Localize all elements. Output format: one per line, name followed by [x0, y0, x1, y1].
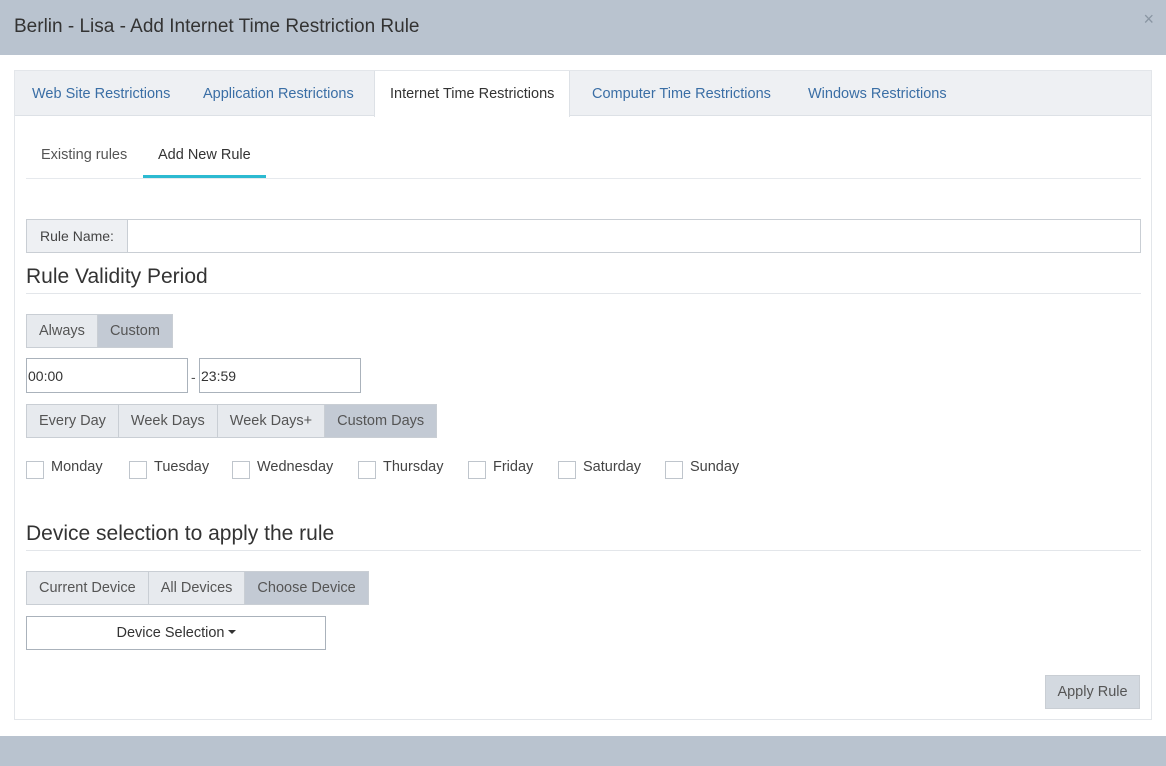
all-devices-button[interactable]: All Devices: [147, 571, 246, 605]
day-label: Tuesday: [154, 459, 210, 475]
day-label: Wednesday: [257, 459, 334, 475]
every-day-button[interactable]: Every Day: [26, 404, 119, 438]
end-time-input[interactable]: [199, 358, 361, 393]
always-button[interactable]: Always: [26, 314, 98, 348]
modal-dialog: Berlin - Lisa - Add Internet Time Restri…: [0, 0, 1166, 736]
time-separator: -: [191, 369, 196, 385]
tab-windows-restrictions[interactable]: Windows Restrictions: [808, 71, 947, 116]
tab-application-restrictions[interactable]: Application Restrictions: [203, 71, 354, 116]
wednesday-checkbox[interactable]: [232, 461, 250, 479]
tab-web-site-restrictions[interactable]: Web Site Restrictions: [32, 71, 170, 116]
tuesday-checkbox[interactable]: [129, 461, 147, 479]
modal-header: Berlin - Lisa - Add Internet Time Restri…: [0, 0, 1166, 55]
day-monday[interactable]: Monday: [26, 455, 103, 479]
subtab-existing-rules[interactable]: Existing rules: [41, 135, 127, 178]
tab-computer-time-restrictions[interactable]: Computer Time Restrictions: [592, 71, 771, 116]
custom-days-button[interactable]: Custom Days: [324, 404, 438, 438]
restrictions-panel: Web Site Restrictions Application Restri…: [14, 70, 1152, 720]
validity-mode-group: Always Custom: [26, 314, 173, 348]
validity-section-title: Rule Validity Period: [26, 265, 1141, 294]
rule-name-label: Rule Name:: [27, 220, 128, 252]
friday-checkbox[interactable]: [468, 461, 486, 479]
modal-title: Berlin - Lisa - Add Internet Time Restri…: [14, 16, 420, 37]
rule-name-input[interactable]: [128, 220, 1140, 252]
current-device-button[interactable]: Current Device: [26, 571, 149, 605]
day-saturday[interactable]: Saturday: [558, 455, 641, 479]
day-label: Sunday: [690, 459, 740, 475]
day-thursday[interactable]: Thursday: [358, 455, 443, 479]
main-tab-bar: Web Site Restrictions Application Restri…: [15, 71, 1151, 117]
device-selection-dropdown[interactable]: Device Selection: [26, 616, 326, 650]
device-section-title: Device selection to apply the rule: [26, 522, 1141, 551]
caret-down-icon: [227, 630, 236, 635]
start-time-input[interactable]: [26, 358, 188, 393]
week-days-button[interactable]: Week Days: [117, 404, 218, 438]
sunday-checkbox[interactable]: [665, 461, 683, 479]
custom-button[interactable]: Custom: [96, 314, 173, 348]
thursday-checkbox[interactable]: [358, 461, 376, 479]
day-label: Saturday: [583, 459, 642, 475]
day-label: Friday: [493, 459, 534, 475]
day-mode-group: Every Day Week Days Week Days+ Custom Da…: [26, 404, 438, 438]
tab-internet-time-restrictions[interactable]: Internet Time Restrictions: [374, 71, 571, 117]
apply-rule-button[interactable]: Apply Rule: [1045, 675, 1140, 709]
device-selection-label: Device Selection: [116, 625, 225, 641]
day-friday[interactable]: Friday: [468, 455, 533, 479]
monday-checkbox[interactable]: [26, 461, 44, 479]
subtab-add-new-rule[interactable]: Add New Rule: [143, 135, 266, 178]
week-days-plus-button[interactable]: Week Days+: [216, 404, 326, 438]
day-tuesday[interactable]: Tuesday: [129, 455, 209, 479]
choose-device-button[interactable]: Choose Device: [244, 571, 369, 605]
day-label: Monday: [51, 459, 103, 475]
day-sunday[interactable]: Sunday: [665, 455, 739, 479]
day-wednesday[interactable]: Wednesday: [232, 455, 333, 479]
device-mode-group: Current Device All Devices Choose Device: [26, 571, 369, 605]
close-icon[interactable]: ×: [1143, 10, 1154, 28]
saturday-checkbox[interactable]: [558, 461, 576, 479]
sub-tab-bar: Existing rules Add New Rule: [26, 135, 1141, 179]
day-label: Thursday: [383, 459, 444, 475]
rule-name-group: Rule Name:: [26, 219, 1141, 253]
